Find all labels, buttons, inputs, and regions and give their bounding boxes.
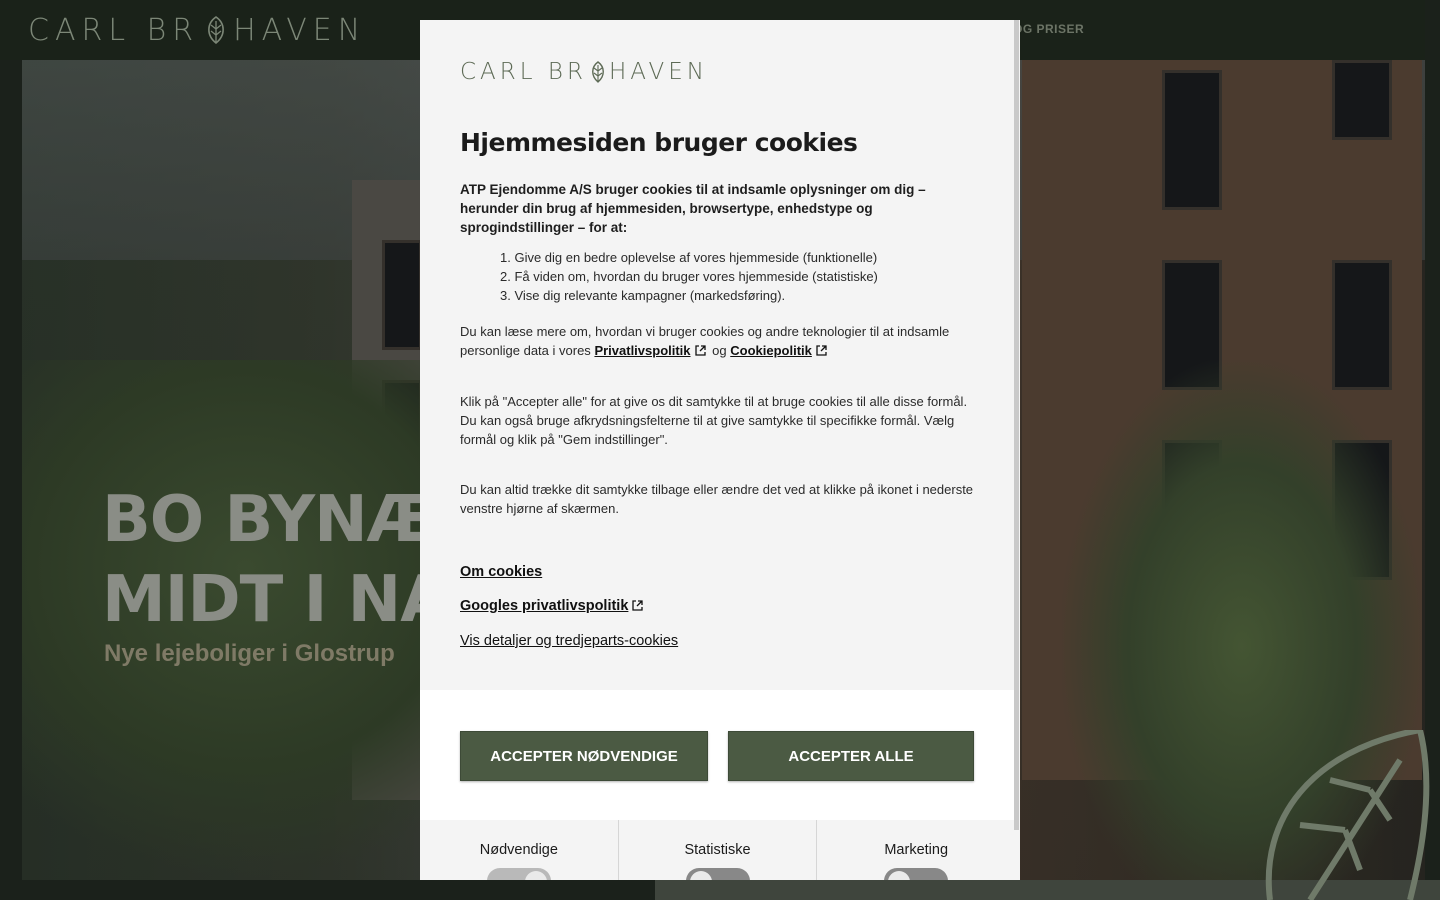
accept-info-text: Klik på "Accepter alle" for at give os d…: [460, 394, 968, 447]
list-item: 3. Vise dig relevante kampagner (markeds…: [500, 288, 786, 303]
necessary-toggle[interactable]: [486, 868, 551, 880]
site-logo[interactable]: CARL BR HAVEN: [28, 12, 366, 48]
cookie-policy-link[interactable]: Cookiepolitik: [730, 343, 812, 358]
modal-scrollbar[interactable]: [1014, 20, 1019, 830]
button-area: ACCEPTER NØDVENDIGE ACCEPTER ALLE: [420, 690, 1015, 820]
marketing-toggle[interactable]: [884, 868, 949, 880]
cookie-consent-modal: CARL BR HAVEN Hjemmesiden bruger cookies…: [420, 20, 1020, 880]
category-statistics: Statistiske: [617, 820, 817, 880]
google-privacy-link[interactable]: Googles privatlivspolitik: [460, 598, 628, 614]
external-link-icon: [632, 600, 644, 611]
google-privacy-row: Googles privatlivspolitik: [460, 598, 646, 614]
site-logo-text-left: CARL BR: [28, 12, 200, 48]
category-necessary: Nødvendige: [420, 820, 618, 880]
list-item: 1. Give dig en bedre oplevelse af vores …: [500, 250, 878, 265]
modal-content[interactable]: CARL BR HAVEN Hjemmesiden bruger cookies…: [420, 20, 1015, 690]
intro-text: ATP Ejendomme A/S bruger cookies til at …: [460, 182, 926, 235]
site-logo-text-right: HAVEN: [233, 12, 367, 48]
leaf-decoration-icon: [1265, 730, 1430, 900]
statistics-toggle[interactable]: [685, 868, 750, 880]
withdraw-info-text: Du kan altid trække dit samtykke tilbage…: [460, 482, 974, 516]
accept-all-button[interactable]: ACCEPTER ALLE: [728, 731, 974, 781]
purposes-list: 1. Give dig en bedre oplevelse af vores …: [500, 248, 980, 305]
leaf-icon: [592, 61, 604, 83]
policy-text: Du kan læse mere om, hvordan vi bruger c…: [460, 324, 950, 358]
category-marketing: Marketing: [816, 820, 1015, 880]
hero-subtitle: Nye lejeboliger i Glostrup: [104, 640, 395, 667]
external-link-icon: [816, 345, 827, 356]
consent-categories: Nødvendige Statistiske Marketing: [420, 820, 1015, 880]
details-link[interactable]: Vis detaljer og tredjeparts-cookies: [460, 633, 678, 649]
modal-logo: CARL BR HAVEN: [460, 59, 708, 85]
privacy-policy-link[interactable]: Privatlivspolitik: [594, 343, 690, 358]
external-link-icon: [694, 345, 706, 356]
leaf-icon: [208, 16, 224, 45]
accept-necessary-button[interactable]: ACCEPTER NØDVENDIGE: [460, 731, 708, 781]
about-cookies-link[interactable]: Om cookies: [460, 564, 542, 580]
modal-title: Hjemmesiden bruger cookies: [460, 128, 858, 157]
list-item: 2. Få viden om, hvordan du bruger vores …: [500, 269, 878, 284]
